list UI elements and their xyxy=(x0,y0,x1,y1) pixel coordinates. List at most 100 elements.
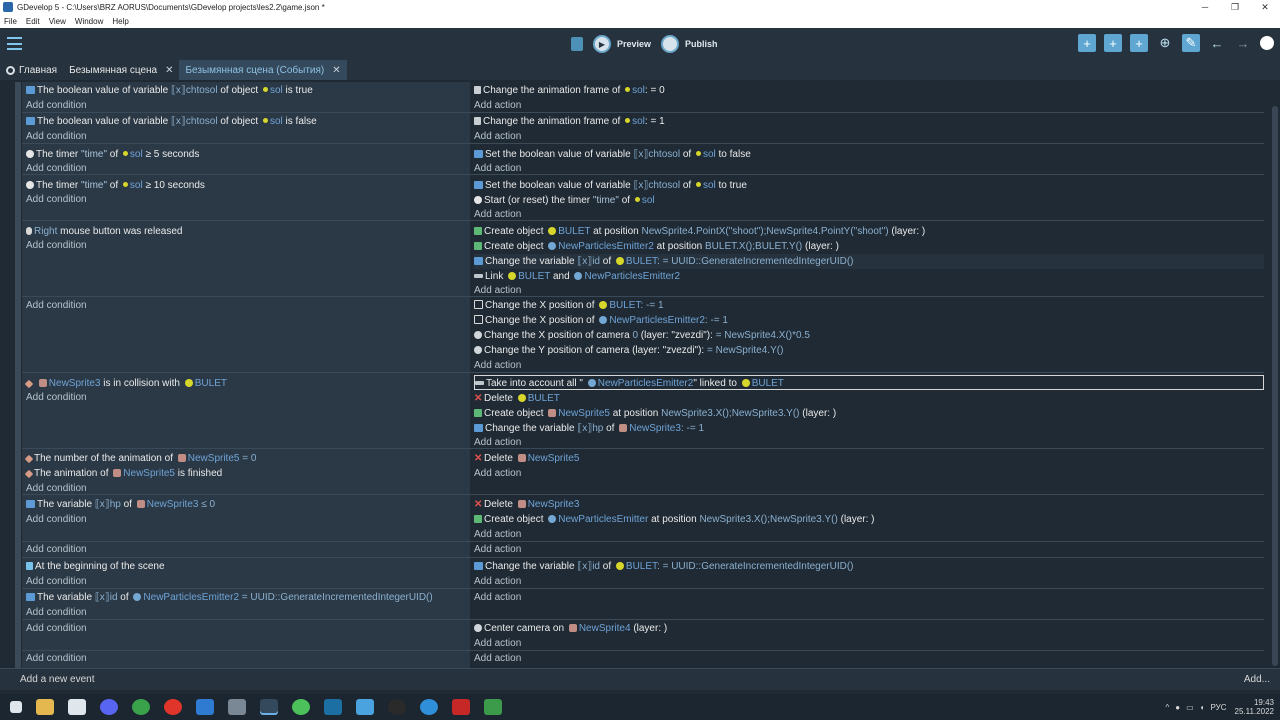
yandex-browser-icon[interactable] xyxy=(164,699,182,715)
media-icon[interactable] xyxy=(68,699,86,715)
action[interactable]: Change the variable ⟦x⟧id of BULET: = UU… xyxy=(474,254,1264,269)
preview-button[interactable]: Preview xyxy=(617,39,651,49)
debug-icon[interactable] xyxy=(571,37,583,51)
undo-icon[interactable]: ← xyxy=(1208,34,1226,52)
action[interactable]: Link BULET and NewParticlesEmitter2 xyxy=(474,269,680,284)
preview-icon[interactable]: ▶ xyxy=(593,35,611,53)
action[interactable]: ✕ Delete NewSprite3 xyxy=(474,497,579,512)
condition[interactable]: At the beginning of the scene xyxy=(26,559,165,574)
gdevelop-taskbar-icon[interactable] xyxy=(260,699,278,715)
add-condition-button[interactable]: Add condition xyxy=(26,161,87,176)
condition[interactable]: The number of the animation of NewSprite… xyxy=(24,451,256,466)
event-row[interactable]: Add condition Center camera on NewSprite… xyxy=(22,620,1264,651)
action[interactable]: ✕ Delete NewSprite5 xyxy=(474,451,579,466)
add-condition-button[interactable]: Add condition xyxy=(26,298,87,313)
add-other-icon[interactable]: ⊕ xyxy=(1156,34,1174,52)
action[interactable]: Center camera on NewSprite4 (layer: ) xyxy=(474,621,667,636)
action[interactable]: Create object NewParticlesEmitter2 at po… xyxy=(474,239,839,254)
action[interactable]: Take into account all " NewParticlesEmit… xyxy=(474,375,1264,390)
add-new-event-button[interactable]: Add a new event xyxy=(20,674,95,685)
project-manager-icon[interactable] xyxy=(6,35,23,52)
app-icon[interactable] xyxy=(228,699,246,715)
event-row[interactable]: The timer "time" of sol ≥ 5 seconds Add … xyxy=(22,144,1264,175)
event-row[interactable]: NewSprite3 is in collision with BULET Ad… xyxy=(22,373,1264,449)
add-action-button[interactable]: Add action xyxy=(474,590,521,605)
action[interactable]: Change the Y position of camera (layer: … xyxy=(474,343,783,358)
action[interactable]: Change the X position of camera 0 (layer… xyxy=(474,328,810,343)
tab-scene-events[interactable]: Безымянная сцена (События) ✕ xyxy=(179,60,347,80)
notepad-plus-icon[interactable] xyxy=(484,699,502,715)
language-indicator[interactable]: РУС xyxy=(1211,703,1227,712)
microphone-icon[interactable]: ● xyxy=(1175,703,1180,712)
action[interactable]: Create object BULET at position NewSprit… xyxy=(474,224,925,239)
action[interactable]: Start (or reset) the timer "time" of sol xyxy=(474,193,655,208)
action[interactable]: Set the boolean value of variable ⟦x⟧cht… xyxy=(474,147,751,162)
menu-file[interactable]: File xyxy=(4,17,17,26)
condition[interactable]: The boolean value of variable ⟦x⟧chtosol… xyxy=(26,114,317,129)
event-row[interactable]: The timer "time" of sol ≥ 10 seconds Add… xyxy=(22,175,1264,221)
add-action-button[interactable]: Add action xyxy=(474,542,521,557)
redo-icon[interactable]: → xyxy=(1234,34,1252,52)
event-row[interactable]: The boolean value of variable ⟦x⟧chtosol… xyxy=(22,82,1264,113)
add-condition-button[interactable]: Add condition xyxy=(26,621,87,636)
steam-icon[interactable] xyxy=(324,699,342,715)
menu-window[interactable]: Window xyxy=(75,17,103,26)
windows-start-icon[interactable] xyxy=(10,701,22,713)
obs-icon[interactable] xyxy=(388,699,406,715)
scrollbar[interactable] xyxy=(1268,82,1280,668)
action[interactable]: Change the variable ⟦x⟧id of BULET: = UU… xyxy=(474,559,854,574)
add-action-button[interactable]: Add action xyxy=(474,358,521,373)
add-action-button[interactable]: Add action xyxy=(474,651,521,666)
action[interactable]: Change the X position of BULET: -= 1 xyxy=(474,298,664,313)
action[interactable]: Change the X position of NewParticlesEmi… xyxy=(474,313,728,328)
restore-icon[interactable]: ❐ xyxy=(1220,2,1250,13)
add-condition-button[interactable]: Add condition xyxy=(26,390,87,405)
tab-home[interactable]: Главная xyxy=(0,60,63,80)
edit-events-icon[interactable]: ✎ xyxy=(1182,34,1200,52)
add-condition-button[interactable]: Add condition xyxy=(26,651,87,666)
add-condition-button[interactable]: Add condition xyxy=(26,192,87,207)
add-more-button[interactable]: Add... xyxy=(1244,674,1270,685)
file-explorer-icon[interactable] xyxy=(36,699,54,715)
add-condition-button[interactable]: Add condition xyxy=(26,98,87,113)
action[interactable]: Change the animation frame of sol: = 1 xyxy=(474,114,665,129)
edge-icon[interactable] xyxy=(420,699,438,715)
add-action-button[interactable]: Add action xyxy=(474,161,521,176)
app-icon[interactable] xyxy=(196,699,214,715)
event-row[interactable]: At the beginning of the scene Add condit… xyxy=(22,558,1264,589)
volume-icon[interactable]: ◖ xyxy=(1200,703,1205,712)
event-row[interactable]: The variable ⟦x⟧hp of NewSprite3 ≤ 0 Add… xyxy=(22,495,1264,542)
add-condition-button[interactable]: Add condition xyxy=(26,238,87,253)
events-sheet[interactable]: The boolean value of variable ⟦x⟧chtosol… xyxy=(0,82,1280,668)
utorrent-icon[interactable] xyxy=(292,699,310,715)
network-icon[interactable]: ▭ xyxy=(1186,703,1194,712)
condition[interactable]: The animation of NewSprite5 is finished xyxy=(24,466,222,481)
action[interactable]: Create object NewParticlesEmitter at pos… xyxy=(474,512,875,527)
settings-icon[interactable] xyxy=(1260,36,1274,50)
add-action-button[interactable]: Add action xyxy=(474,129,521,144)
menu-help[interactable]: Help xyxy=(112,17,128,26)
add-event-icon[interactable]: + xyxy=(1078,34,1096,52)
menu-view[interactable]: View xyxy=(49,17,66,26)
condition[interactable]: Right mouse button was released xyxy=(26,224,182,239)
minimize-icon[interactable]: ─ xyxy=(1190,2,1220,12)
action[interactable]: Change the animation frame of sol: = 0 xyxy=(474,83,665,98)
add-condition-button[interactable]: Add condition xyxy=(26,512,87,527)
add-action-button[interactable]: Add action xyxy=(474,636,521,651)
add-condition-button[interactable]: Add condition xyxy=(26,129,87,144)
condition[interactable]: The boolean value of variable ⟦x⟧chtosol… xyxy=(26,83,313,98)
publish-icon[interactable] xyxy=(661,35,680,53)
xbox-icon[interactable] xyxy=(132,699,150,715)
event-row[interactable]: Add condition Change the X position of B… xyxy=(22,297,1264,373)
action[interactable]: Change the variable ⟦x⟧hp of NewSprite3:… xyxy=(474,421,704,436)
action[interactable]: Set the boolean value of variable ⟦x⟧cht… xyxy=(474,178,747,193)
add-action-button[interactable]: Add action xyxy=(474,527,521,542)
event-row[interactable]: The variable ⟦x⟧id of NewParticlesEmitte… xyxy=(22,589,1264,620)
add-condition-button[interactable]: Add condition xyxy=(26,542,87,557)
tab-scene[interactable]: Безымянная сцена ✕ xyxy=(63,60,179,80)
app-icon[interactable] xyxy=(356,699,374,715)
add-comment-icon[interactable]: + xyxy=(1130,34,1148,52)
menu-edit[interactable]: Edit xyxy=(26,17,40,26)
action[interactable]: ✕ Delete BULET xyxy=(474,391,560,406)
filezilla-icon[interactable] xyxy=(452,699,470,715)
